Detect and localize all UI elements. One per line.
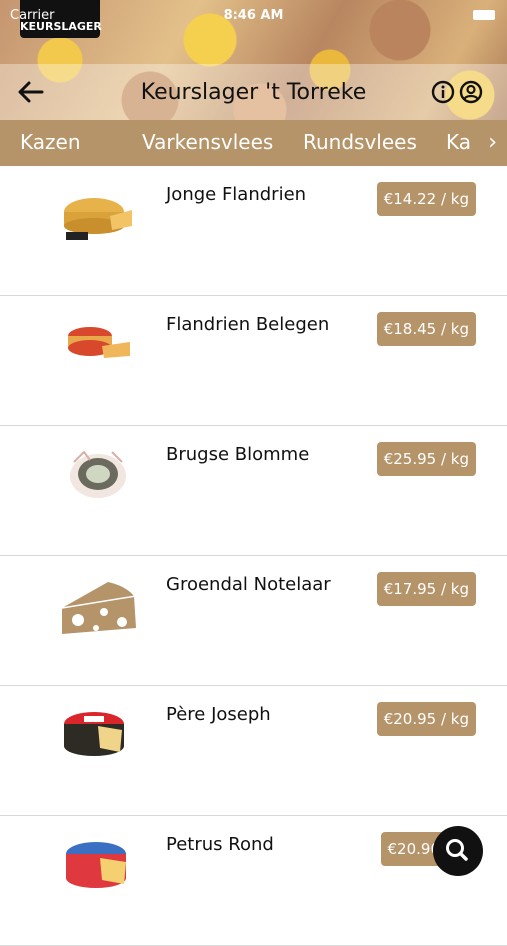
list-item[interactable]: Flandrien Belegen €18.45 / kg bbox=[0, 296, 507, 426]
product-name: Jonge Flandrien bbox=[166, 184, 307, 205]
list-item[interactable]: Père Joseph €20.95 / kg bbox=[0, 686, 507, 816]
list-item[interactable]: Petrus Rond €20.90 bbox=[0, 816, 507, 946]
battery-icon bbox=[473, 10, 495, 20]
category-tabs: Kazen Varkensvlees Rundsvlees Ka › bbox=[0, 120, 507, 166]
list-item[interactable]: Jonge Flandrien €14.22 / kg bbox=[0, 166, 507, 296]
tab-rundsvlees[interactable]: Rundsvlees bbox=[303, 130, 417, 154]
price-badge[interactable]: €18.45 / kg bbox=[376, 312, 476, 346]
header-banner: KEURSLAGER Carrier 8:46 AM Keurslager 't… bbox=[0, 0, 507, 120]
user-profile-icon[interactable] bbox=[459, 80, 483, 104]
info-icon[interactable] bbox=[431, 80, 455, 104]
list-item[interactable]: Brugse Blomme €25.95 / kg bbox=[0, 426, 507, 556]
status-time: 8:46 AM bbox=[223, 8, 284, 23]
chevron-right-icon[interactable]: › bbox=[488, 130, 497, 155]
tab-kazen[interactable]: Kazen bbox=[20, 130, 81, 154]
search-icon bbox=[446, 839, 468, 861]
product-name: Flandrien Belegen bbox=[166, 314, 330, 335]
product-name: Brugse Blomme bbox=[166, 444, 310, 465]
product-name: Père Joseph bbox=[166, 704, 271, 725]
search-button[interactable] bbox=[433, 826, 483, 876]
cheese-wheel-image bbox=[64, 198, 132, 240]
cheese-wheel-image bbox=[64, 712, 124, 756]
status-bar: Carrier 8:46 AM bbox=[0, 4, 507, 24]
product-list: Jonge Flandrien €14.22 / kg Flandrien Be… bbox=[0, 166, 507, 946]
tab-partial[interactable]: Ka bbox=[446, 130, 471, 154]
price-badge[interactable]: €25.95 / kg bbox=[376, 442, 476, 476]
cheese-wheel-image bbox=[66, 842, 126, 888]
list-item[interactable]: Groendal Notelaar €17.95 / kg bbox=[0, 556, 507, 686]
tab-varkensvlees[interactable]: Varkensvlees bbox=[142, 130, 273, 154]
product-name: Petrus Rond bbox=[166, 834, 274, 855]
product-name: Groendal Notelaar bbox=[166, 574, 331, 595]
soft-cheese-image bbox=[70, 450, 126, 498]
cheese-placeholder-icon bbox=[61, 582, 137, 634]
price-badge[interactable]: €20.95 / kg bbox=[376, 702, 476, 736]
price-badge[interactable]: €17.95 / kg bbox=[376, 572, 476, 606]
cheese-wedge-image bbox=[68, 327, 130, 358]
price-badge[interactable]: €14.22 / kg bbox=[376, 182, 476, 216]
